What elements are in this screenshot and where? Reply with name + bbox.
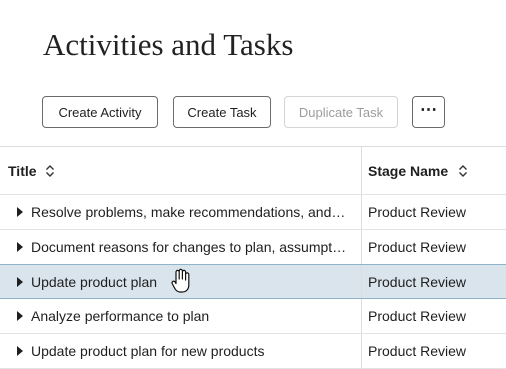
table-header-row: Title Stage Name bbox=[0, 147, 506, 195]
column-divider bbox=[361, 334, 362, 368]
page-title: Activities and Tasks bbox=[43, 26, 294, 62]
more-actions-button[interactable]: ⋯ bbox=[412, 96, 445, 128]
column-header-title[interactable]: Title bbox=[0, 147, 361, 194]
caret-right-icon[interactable] bbox=[17, 311, 23, 321]
title-cell: Analyze performance to plan bbox=[0, 299, 361, 333]
create-task-button[interactable]: Create Task bbox=[173, 96, 271, 128]
caret-right-icon[interactable] bbox=[17, 207, 23, 217]
title-cell: Resolve problems, make recommendations, … bbox=[0, 195, 361, 229]
column-header-label: Stage Name bbox=[368, 162, 449, 179]
row-title: Document reasons for changes to plan, as… bbox=[31, 239, 349, 255]
title-cell: Document reasons for changes to plan, as… bbox=[0, 230, 361, 264]
caret-right-icon[interactable] bbox=[17, 242, 23, 252]
column-divider bbox=[361, 147, 362, 194]
stage-cell: Product Review bbox=[368, 343, 467, 359]
column-divider bbox=[361, 265, 362, 298]
sort-icon[interactable] bbox=[458, 164, 468, 177]
caret-right-icon[interactable] bbox=[17, 276, 23, 287]
sort-icon[interactable] bbox=[45, 164, 55, 177]
table-row[interactable]: Resolve problems, make recommendations, … bbox=[0, 195, 506, 230]
row-title: Update product plan bbox=[31, 273, 158, 290]
title-cell: Update product plan for new products bbox=[0, 334, 361, 368]
more-icon: ⋯ bbox=[420, 99, 437, 119]
column-header-stage-name[interactable]: Stage Name bbox=[368, 147, 506, 194]
table-row-selected[interactable]: Update product plan Product Review bbox=[0, 264, 506, 299]
duplicate-task-button[interactable]: Duplicate Task bbox=[284, 96, 398, 128]
stage-cell: Product Review bbox=[368, 204, 467, 220]
caret-right-icon[interactable] bbox=[17, 346, 23, 356]
stage-cell: Product Review bbox=[368, 273, 467, 290]
table-row[interactable]: Update product plan for new products Pro… bbox=[0, 334, 506, 369]
row-title: Analyze performance to plan bbox=[31, 308, 210, 324]
stage-cell: Product Review bbox=[368, 239, 467, 255]
create-activity-button[interactable]: Create Activity bbox=[42, 96, 158, 128]
hand-pointer-icon bbox=[170, 268, 192, 297]
column-divider bbox=[361, 299, 362, 333]
table-row[interactable]: Analyze performance to plan Product Revi… bbox=[0, 299, 506, 334]
column-divider bbox=[361, 195, 362, 229]
activities-table: Title Stage Name Resolve problems, make … bbox=[0, 146, 506, 369]
table-row[interactable]: Document reasons for changes to plan, as… bbox=[0, 230, 506, 265]
row-title: Resolve problems, make recommendations, … bbox=[31, 204, 349, 220]
column-divider bbox=[361, 230, 362, 264]
column-header-label: Title bbox=[8, 162, 37, 179]
title-cell: Update product plan bbox=[0, 265, 361, 298]
stage-cell: Product Review bbox=[368, 308, 467, 324]
row-title: Update product plan for new products bbox=[31, 343, 265, 359]
